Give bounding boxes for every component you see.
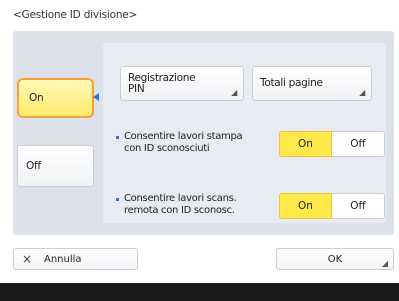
unknown-id-print-on-button[interactable]: On	[279, 131, 332, 157]
division-id-off-button[interactable]: Off	[17, 145, 94, 187]
cancel-label: Annulla	[44, 254, 82, 265]
page-totals-label: Totali pagine	[260, 77, 323, 89]
unknown-id-remote-scan-off-button[interactable]: Off	[332, 193, 385, 219]
division-id-on-button[interactable]: On	[17, 78, 94, 118]
pin-registration-button[interactable]: Registrazione PIN ◢	[120, 66, 244, 101]
bullet-icon	[116, 136, 119, 139]
submenu-corner-icon: ◢	[359, 88, 365, 97]
ok-corner-icon: ◢	[381, 259, 388, 268]
on-label: On	[29, 92, 44, 104]
unknown-id-print-toggle: On Off	[279, 131, 385, 157]
page-totals-button[interactable]: Totali pagine ◢	[252, 66, 372, 101]
off-label: Off	[26, 160, 41, 172]
pin-registration-label: Registrazione PIN	[128, 71, 196, 95]
selection-pointer-icon	[93, 93, 99, 101]
bullet-icon	[116, 198, 119, 201]
ok-button[interactable]: OK ◢	[276, 248, 394, 270]
unknown-id-remote-scan-label: Consentire lavori scans. remota con ID s…	[116, 193, 237, 217]
cancel-button[interactable]: × Annulla	[13, 248, 138, 270]
unknown-id-remote-scan-toggle: On Off	[279, 193, 385, 219]
unknown-id-print-off-button[interactable]: Off	[332, 131, 385, 157]
status-bar	[0, 283, 399, 301]
unknown-id-remote-scan-on-button[interactable]: On	[279, 193, 332, 219]
screen-title: <Gestione ID divisione>	[13, 9, 138, 21]
ok-label: OK	[327, 254, 343, 265]
submenu-corner-icon: ◢	[231, 88, 237, 97]
unknown-id-print-label: Consentire lavori stampa con ID sconosci…	[116, 131, 243, 155]
close-icon: ×	[22, 252, 33, 266]
